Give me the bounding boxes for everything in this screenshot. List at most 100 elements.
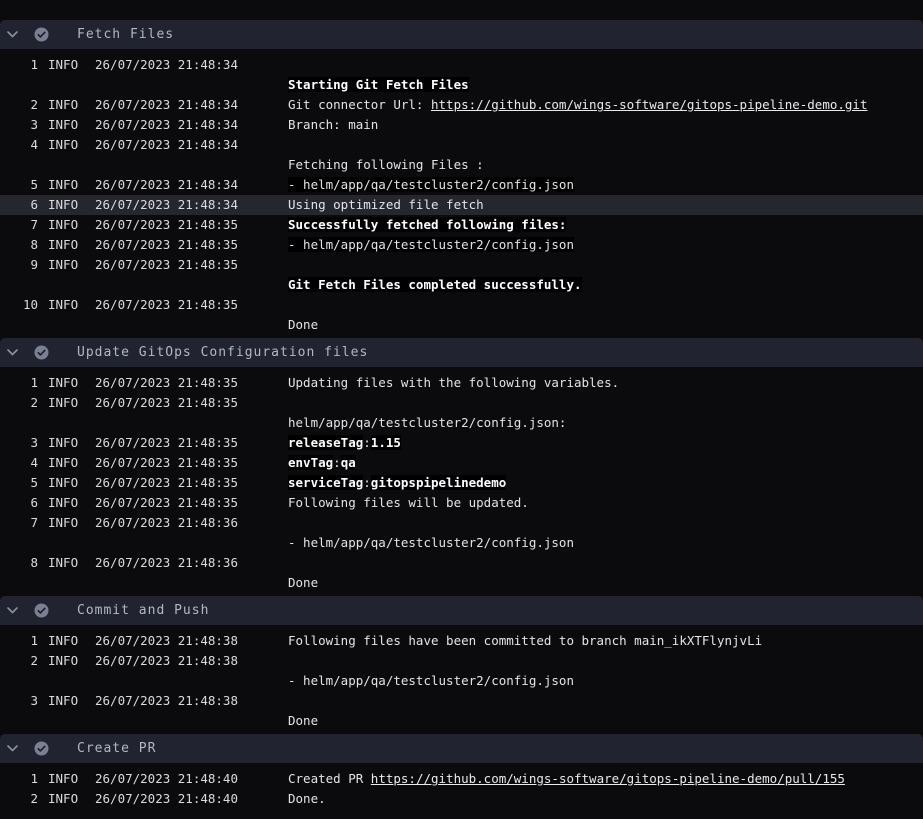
log-level: INFO (48, 235, 95, 255)
line-number: 2 (0, 393, 38, 413)
log-message: releaseTag:1.15 (288, 433, 923, 453)
log-text-segment: Done. (288, 791, 326, 806)
log-line: 1 INFO 26/07/2023 21:48:35 Updating file… (0, 373, 923, 393)
log-timestamp: 26/07/2023 21:48:35 (95, 493, 288, 513)
log-line: 2 INFO 26/07/2023 21:48:34 Git connector… (0, 95, 923, 115)
chevron-down-icon[interactable] (7, 349, 19, 356)
log-message (288, 55, 923, 75)
log-line: 5 INFO 26/07/2023 21:48:35 serviceTag:gi… (0, 473, 923, 493)
log-timestamp: 26/07/2023 21:48:34 (95, 95, 288, 115)
log-message (288, 295, 923, 315)
log-message: - helm/app/qa/testcluster2/config.json (288, 235, 923, 255)
log-message: Starting Git Fetch Files (0, 75, 923, 95)
line-number: 6 (0, 195, 38, 215)
log-message: Git Fetch Files completed successfully. (0, 275, 923, 295)
log-message: - helm/app/qa/testcluster2/config.json (0, 533, 923, 553)
pipeline-log-console: Fetch Files 1 INFO 26/07/2023 21:48:34 S… (0, 0, 923, 812)
log-message: - helm/app/qa/testcluster2/config.json (288, 175, 923, 195)
log-line: 7 INFO 26/07/2023 21:48:35 Successfully … (0, 215, 923, 235)
section-header[interactable]: Create PR (0, 734, 923, 763)
pipeline-step-section: Create PR 1 INFO 26/07/2023 21:48:40 Cre… (0, 734, 923, 812)
log-message: helm/app/qa/testcluster2/config.json: (0, 413, 923, 433)
section-log-body: 1 INFO 26/07/2023 21:48:38 Following fil… (0, 625, 923, 734)
status-success-check-icon (34, 345, 49, 360)
log-line: 8 INFO 26/07/2023 21:48:36 (0, 553, 923, 573)
log-text-segment: - helm/app/qa/testcluster2/config.json (288, 237, 574, 252)
log-text-segment: 1.15 (371, 435, 401, 450)
log-text-segment: Updating files with the following variab… (288, 375, 619, 390)
line-number: 2 (0, 651, 38, 671)
section-header[interactable]: Commit and Push (0, 596, 923, 625)
line-number: 6 (0, 493, 38, 513)
log-line-continuation: Fetching following Files : (0, 155, 923, 175)
log-message: Done. (288, 789, 923, 809)
log-timestamp: 26/07/2023 21:48:34 (95, 195, 288, 215)
log-message (288, 513, 923, 533)
log-line: 2 INFO 26/07/2023 21:48:38 (0, 651, 923, 671)
log-text-segment: - helm/app/qa/testcluster2/config.json (288, 673, 574, 688)
chevron-down-icon[interactable] (7, 745, 19, 752)
log-timestamp: 26/07/2023 21:48:34 (95, 175, 288, 195)
log-timestamp: 26/07/2023 21:48:35 (95, 393, 288, 413)
log-text-segment: Following files will be updated. (288, 495, 529, 510)
pipeline-step-section: Fetch Files 1 INFO 26/07/2023 21:48:34 S… (0, 20, 923, 338)
log-timestamp: 26/07/2023 21:48:38 (95, 691, 288, 711)
log-text-segment: : (333, 455, 341, 470)
log-timestamp: 26/07/2023 21:48:34 (95, 55, 288, 75)
line-number: 1 (0, 769, 38, 789)
log-message (288, 393, 923, 413)
log-timestamp: 26/07/2023 21:48:34 (95, 135, 288, 155)
chevron-down-icon[interactable] (7, 607, 19, 614)
log-text-segment: releaseTag (288, 435, 363, 450)
section-header[interactable]: Fetch Files (0, 20, 923, 49)
log-line: 6 INFO 26/07/2023 21:48:35 Following fil… (0, 493, 923, 513)
status-success-check-icon (34, 603, 49, 618)
log-timestamp: 26/07/2023 21:48:35 (95, 235, 288, 255)
log-line: 6 INFO 26/07/2023 21:48:34 Using optimiz… (0, 195, 923, 215)
log-level: INFO (48, 215, 95, 235)
log-text-segment: qa (341, 455, 356, 470)
log-link[interactable]: https://github.com/wings-software/gitops… (431, 97, 868, 112)
chevron-down-icon[interactable] (7, 31, 19, 38)
log-text-segment: : (363, 475, 371, 490)
line-number: 1 (0, 373, 38, 393)
log-text-segment: : (363, 435, 371, 450)
log-text-segment: Created PR (288, 771, 371, 786)
log-text-segment: Git Fetch Files completed successfully. (288, 277, 582, 292)
log-line: 5 INFO 26/07/2023 21:48:34 - helm/app/qa… (0, 175, 923, 195)
log-line: 3 INFO 26/07/2023 21:48:38 (0, 691, 923, 711)
log-text-segment: Done (288, 713, 318, 728)
line-number: 9 (0, 255, 38, 275)
section-log-body: 1 INFO 26/07/2023 21:48:35 Updating file… (0, 367, 923, 596)
log-line: 7 INFO 26/07/2023 21:48:36 (0, 513, 923, 533)
status-success-check-icon (34, 27, 49, 42)
line-number: 7 (0, 513, 38, 533)
pipeline-step-section: Commit and Push 1 INFO 26/07/2023 21:48:… (0, 596, 923, 734)
log-level: INFO (48, 769, 95, 789)
log-text-segment: Branch: main (288, 117, 378, 132)
log-message: Fetching following Files : (0, 155, 923, 175)
log-line-continuation: Done (0, 315, 923, 335)
line-number: 1 (0, 55, 38, 75)
log-timestamp: 26/07/2023 21:48:34 (95, 115, 288, 135)
log-level: INFO (48, 55, 95, 75)
log-message: Created PR https://github.com/wings-soft… (288, 769, 923, 789)
section-log-body: 1 INFO 26/07/2023 21:48:34 Starting Git … (0, 49, 923, 338)
log-message (288, 255, 923, 275)
log-link[interactable]: https://github.com/wings-software/gitops… (371, 771, 845, 786)
log-message (288, 651, 923, 671)
log-text-segment: Done (288, 575, 318, 590)
log-message: Done (0, 711, 923, 731)
log-level: INFO (48, 631, 95, 651)
log-level: INFO (48, 195, 95, 215)
log-line: 4 INFO 26/07/2023 21:48:35 envTag:qa (0, 453, 923, 473)
line-number: 3 (0, 433, 38, 453)
line-number: 5 (0, 473, 38, 493)
section-title: Fetch Files (77, 27, 174, 42)
log-level: INFO (48, 453, 95, 473)
log-text-segment: Fetching following Files : (288, 157, 484, 172)
log-text-segment: Using optimized file fetch (288, 197, 484, 212)
section-header[interactable]: Update GitOps Configuration files (0, 338, 923, 367)
log-text-segment: Git connector Url: (288, 97, 431, 112)
log-line-continuation: helm/app/qa/testcluster2/config.json: (0, 413, 923, 433)
